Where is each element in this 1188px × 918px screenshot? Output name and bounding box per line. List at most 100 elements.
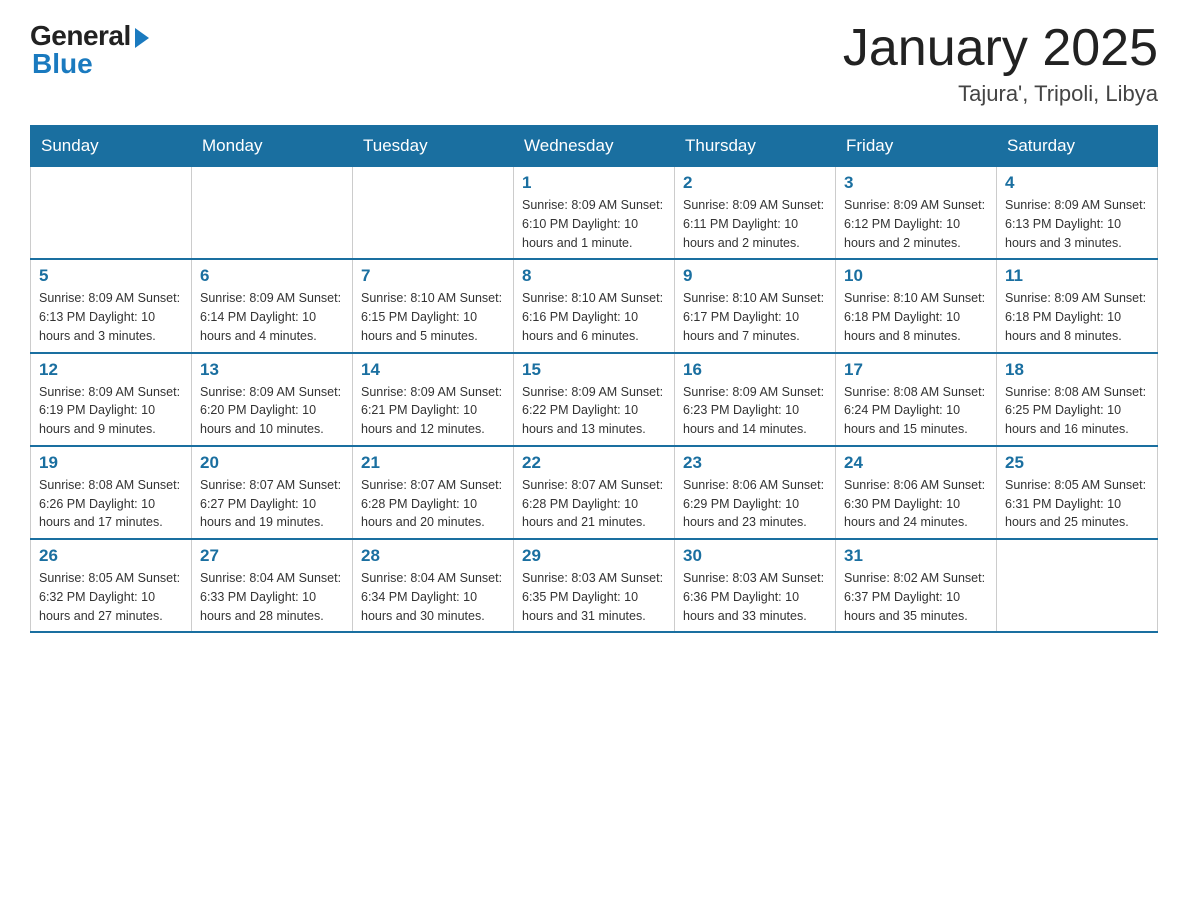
day-number: 16 [683, 360, 827, 380]
title-block: January 2025 Tajura', Tripoli, Libya [843, 20, 1158, 107]
calendar-cell: 28 Sunrise: 8:04 AM Sunset: 6:34 PM Dayli… [353, 539, 514, 632]
col-header-wednesday: Wednesday [514, 126, 675, 167]
day-number: 9 [683, 266, 827, 286]
calendar-cell: 17 Sunrise: 8:08 AM Sunset: 6:24 PM Dayli… [836, 353, 997, 446]
day-info: Sunrise: 8:09 AM Sunset: 6:13 PM Dayligh… [39, 289, 183, 345]
calendar-cell: 26 Sunrise: 8:05 AM Sunset: 6:32 PM Dayli… [31, 539, 192, 632]
calendar-week-row: 12 Sunrise: 8:09 AM Sunset: 6:19 PM Dayli… [31, 353, 1158, 446]
day-number: 10 [844, 266, 988, 286]
day-number: 14 [361, 360, 505, 380]
calendar-cell: 14 Sunrise: 8:09 AM Sunset: 6:21 PM Dayli… [353, 353, 514, 446]
day-number: 1 [522, 173, 666, 193]
calendar-cell: 21 Sunrise: 8:07 AM Sunset: 6:28 PM Dayli… [353, 446, 514, 539]
day-info: Sunrise: 8:09 AM Sunset: 6:10 PM Dayligh… [522, 196, 666, 252]
calendar-cell: 9 Sunrise: 8:10 AM Sunset: 6:17 PM Daylig… [675, 259, 836, 352]
calendar-cell [353, 167, 514, 260]
day-number: 18 [1005, 360, 1149, 380]
calendar-cell: 1 Sunrise: 8:09 AM Sunset: 6:10 PM Daylig… [514, 167, 675, 260]
day-info: Sunrise: 8:09 AM Sunset: 6:14 PM Dayligh… [200, 289, 344, 345]
day-info: Sunrise: 8:05 AM Sunset: 6:31 PM Dayligh… [1005, 476, 1149, 532]
day-info: Sunrise: 8:07 AM Sunset: 6:28 PM Dayligh… [522, 476, 666, 532]
calendar-cell: 27 Sunrise: 8:04 AM Sunset: 6:33 PM Dayli… [192, 539, 353, 632]
calendar-week-row: 5Sunrise: 8:09 AM Sunset: 6:13 PM Daylig… [31, 259, 1158, 352]
day-info: Sunrise: 8:09 AM Sunset: 6:18 PM Dayligh… [1005, 289, 1149, 345]
day-info: Sunrise: 8:09 AM Sunset: 6:20 PM Dayligh… [200, 383, 344, 439]
day-info: Sunrise: 8:10 AM Sunset: 6:17 PM Dayligh… [683, 289, 827, 345]
calendar-cell: 18Sunrise: 8:08 AM Sunset: 6:25 PM Dayli… [997, 353, 1158, 446]
calendar-cell: 19Sunrise: 8:08 AM Sunset: 6:26 PM Dayli… [31, 446, 192, 539]
calendar-cell: 3 Sunrise: 8:09 AM Sunset: 6:12 PM Daylig… [836, 167, 997, 260]
day-info: Sunrise: 8:09 AM Sunset: 6:13 PM Dayligh… [1005, 196, 1149, 252]
col-header-tuesday: Tuesday [353, 126, 514, 167]
calendar-cell: 4 Sunrise: 8:09 AM Sunset: 6:13 PM Daylig… [997, 167, 1158, 260]
day-number: 6 [200, 266, 344, 286]
day-info: Sunrise: 8:06 AM Sunset: 6:30 PM Dayligh… [844, 476, 988, 532]
logo-blue-text: Blue [32, 48, 93, 80]
day-number: 13 [200, 360, 344, 380]
page-header: General Blue January 2025 Tajura', Tripo… [30, 20, 1158, 107]
day-info: Sunrise: 8:03 AM Sunset: 6:36 PM Dayligh… [683, 569, 827, 625]
calendar-cell: 13 Sunrise: 8:09 AM Sunset: 6:20 PM Dayli… [192, 353, 353, 446]
calendar-cell: 7Sunrise: 8:10 AM Sunset: 6:15 PM Daylig… [353, 259, 514, 352]
day-number: 3 [844, 173, 988, 193]
day-info: Sunrise: 8:09 AM Sunset: 6:22 PM Dayligh… [522, 383, 666, 439]
month-title: January 2025 [843, 20, 1158, 77]
day-number: 26 [39, 546, 183, 566]
day-number: 24 [844, 453, 988, 473]
day-number: 30 [683, 546, 827, 566]
calendar-cell: 5Sunrise: 8:09 AM Sunset: 6:13 PM Daylig… [31, 259, 192, 352]
day-number: 20 [200, 453, 344, 473]
day-info: Sunrise: 8:06 AM Sunset: 6:29 PM Dayligh… [683, 476, 827, 532]
calendar-cell: 24 Sunrise: 8:06 AM Sunset: 6:30 PM Dayli… [836, 446, 997, 539]
logo: General Blue [30, 20, 149, 80]
day-info: Sunrise: 8:04 AM Sunset: 6:33 PM Dayligh… [200, 569, 344, 625]
calendar-week-row: 26 Sunrise: 8:05 AM Sunset: 6:32 PM Dayli… [31, 539, 1158, 632]
day-number: 22 [522, 453, 666, 473]
calendar-cell: 25 Sunrise: 8:05 AM Sunset: 6:31 PM Dayli… [997, 446, 1158, 539]
calendar-cell [192, 167, 353, 260]
calendar-cell: 31Sunrise: 8:02 AM Sunset: 6:37 PM Dayli… [836, 539, 997, 632]
calendar-cell [997, 539, 1158, 632]
calendar-cell: 30 Sunrise: 8:03 AM Sunset: 6:36 PM Dayli… [675, 539, 836, 632]
calendar-header-row: SundayMondayTuesdayWednesdayThursdayFrid… [31, 126, 1158, 167]
day-info: Sunrise: 8:09 AM Sunset: 6:21 PM Dayligh… [361, 383, 505, 439]
day-number: 17 [844, 360, 988, 380]
calendar-cell: 20 Sunrise: 8:07 AM Sunset: 6:27 PM Dayli… [192, 446, 353, 539]
calendar-week-row: 1 Sunrise: 8:09 AM Sunset: 6:10 PM Daylig… [31, 167, 1158, 260]
day-info: Sunrise: 8:07 AM Sunset: 6:28 PM Dayligh… [361, 476, 505, 532]
day-number: 28 [361, 546, 505, 566]
day-info: Sunrise: 8:10 AM Sunset: 6:16 PM Dayligh… [522, 289, 666, 345]
calendar-week-row: 19Sunrise: 8:08 AM Sunset: 6:26 PM Dayli… [31, 446, 1158, 539]
calendar-cell: 22 Sunrise: 8:07 AM Sunset: 6:28 PM Dayli… [514, 446, 675, 539]
calendar-cell: 23 Sunrise: 8:06 AM Sunset: 6:29 PM Dayli… [675, 446, 836, 539]
day-number: 15 [522, 360, 666, 380]
location-title: Tajura', Tripoli, Libya [843, 81, 1158, 107]
day-info: Sunrise: 8:05 AM Sunset: 6:32 PM Dayligh… [39, 569, 183, 625]
day-info: Sunrise: 8:08 AM Sunset: 6:24 PM Dayligh… [844, 383, 988, 439]
calendar-cell: 29Sunrise: 8:03 AM Sunset: 6:35 PM Dayli… [514, 539, 675, 632]
day-number: 11 [1005, 266, 1149, 286]
calendar-cell: 2Sunrise: 8:09 AM Sunset: 6:11 PM Daylig… [675, 167, 836, 260]
col-header-monday: Monday [192, 126, 353, 167]
day-info: Sunrise: 8:07 AM Sunset: 6:27 PM Dayligh… [200, 476, 344, 532]
day-info: Sunrise: 8:10 AM Sunset: 6:15 PM Dayligh… [361, 289, 505, 345]
day-number: 4 [1005, 173, 1149, 193]
day-number: 29 [522, 546, 666, 566]
day-info: Sunrise: 8:09 AM Sunset: 6:19 PM Dayligh… [39, 383, 183, 439]
day-number: 27 [200, 546, 344, 566]
day-number: 19 [39, 453, 183, 473]
calendar-cell: 10 Sunrise: 8:10 AM Sunset: 6:18 PM Dayli… [836, 259, 997, 352]
day-number: 12 [39, 360, 183, 380]
day-number: 25 [1005, 453, 1149, 473]
day-number: 23 [683, 453, 827, 473]
day-number: 8 [522, 266, 666, 286]
day-info: Sunrise: 8:10 AM Sunset: 6:18 PM Dayligh… [844, 289, 988, 345]
col-header-saturday: Saturday [997, 126, 1158, 167]
day-number: 21 [361, 453, 505, 473]
calendar-table: SundayMondayTuesdayWednesdayThursdayFrid… [30, 125, 1158, 633]
calendar-cell: 15 Sunrise: 8:09 AM Sunset: 6:22 PM Dayli… [514, 353, 675, 446]
calendar-cell [31, 167, 192, 260]
day-info: Sunrise: 8:09 AM Sunset: 6:12 PM Dayligh… [844, 196, 988, 252]
day-info: Sunrise: 8:09 AM Sunset: 6:23 PM Dayligh… [683, 383, 827, 439]
day-info: Sunrise: 8:04 AM Sunset: 6:34 PM Dayligh… [361, 569, 505, 625]
